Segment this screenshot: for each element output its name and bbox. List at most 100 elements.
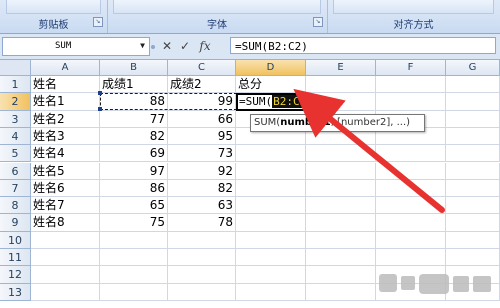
row-header-4[interactable]: 4 <box>0 127 31 146</box>
cell-a13[interactable] <box>31 283 100 301</box>
cell-d6[interactable] <box>236 162 306 180</box>
cell-e7[interactable] <box>306 179 376 198</box>
tooltip-function[interactable]: SUM( <box>254 117 280 128</box>
cell-c5[interactable]: 73 <box>168 145 236 163</box>
cell-e5[interactable] <box>306 145 376 163</box>
cell-b9[interactable]: 75 <box>100 214 168 232</box>
row-header-6[interactable]: 6 <box>0 162 31 180</box>
cell-d1[interactable]: 总分 <box>236 76 306 94</box>
cell-a9[interactable]: 姓名8 <box>31 214 100 232</box>
cell-g5[interactable] <box>446 145 500 163</box>
column-header-a[interactable]: A <box>31 60 100 76</box>
cell-a8[interactable]: 姓名7 <box>31 197 100 215</box>
column-header-f[interactable]: F <box>376 60 446 76</box>
cell-b12[interactable] <box>100 266 168 284</box>
cell-e13[interactable] <box>306 283 376 301</box>
cell-f7[interactable] <box>376 179 446 198</box>
cell-d11[interactable] <box>236 249 306 267</box>
row-header-5[interactable]: 5 <box>0 145 31 163</box>
column-header-c[interactable]: C <box>168 60 236 76</box>
row-header-2[interactable]: 2 <box>0 93 31 111</box>
cell-a4[interactable]: 姓名3 <box>31 127 100 146</box>
cell-a10[interactable] <box>31 231 100 249</box>
cell-d10[interactable] <box>236 231 306 249</box>
cell-d7[interactable] <box>236 179 306 198</box>
cell-c6[interactable]: 92 <box>168 162 236 180</box>
insert-function-icon[interactable]: fx <box>196 37 214 56</box>
cell-g8[interactable] <box>446 197 500 215</box>
cell-c4[interactable]: 95 <box>168 127 236 146</box>
cell-d5[interactable] <box>236 145 306 163</box>
cell-g3[interactable] <box>446 110 500 128</box>
cell-e1[interactable] <box>306 76 376 94</box>
cell-g9[interactable] <box>446 214 500 232</box>
cell-d12[interactable] <box>236 266 306 284</box>
cell-g6[interactable] <box>446 162 500 180</box>
cell-c9[interactable]: 78 <box>168 214 236 232</box>
cell-d8[interactable] <box>236 197 306 215</box>
cell-f5[interactable] <box>376 145 446 163</box>
cell-a12[interactable] <box>31 266 100 284</box>
cell-g2[interactable] <box>446 93 500 111</box>
cell-a1[interactable]: 姓名 <box>31 76 100 94</box>
cell-e12[interactable] <box>306 266 376 284</box>
cell-a5[interactable]: 姓名4 <box>31 145 100 163</box>
cell-b8[interactable]: 65 <box>100 197 168 215</box>
cell-f9[interactable] <box>376 214 446 232</box>
cell-e6[interactable] <box>306 162 376 180</box>
cell-e8[interactable] <box>306 197 376 215</box>
select-all-corner[interactable] <box>0 60 31 76</box>
row-header-3[interactable]: 3 <box>0 110 31 128</box>
cell-e10[interactable] <box>306 231 376 249</box>
range-handle[interactable] <box>98 91 102 95</box>
range-handle[interactable] <box>98 107 102 111</box>
column-header-e[interactable]: E <box>306 60 376 76</box>
font-buttons[interactable] <box>113 0 321 14</box>
cell-a7[interactable]: 姓名6 <box>31 179 100 198</box>
cell-b4[interactable]: 82 <box>100 127 168 146</box>
cell-c12[interactable] <box>168 266 236 284</box>
cell-b11[interactable] <box>100 249 168 267</box>
cell-c13[interactable] <box>168 283 236 301</box>
dialog-launcher-icon[interactable]: ↘ <box>313 17 323 27</box>
cell-c1[interactable]: 成绩2 <box>168 76 236 94</box>
cell-c3[interactable]: 66 <box>168 110 236 128</box>
cell-d13[interactable] <box>236 283 306 301</box>
row-header-8[interactable]: 8 <box>0 197 31 215</box>
cell-e9[interactable] <box>306 214 376 232</box>
cell-c7[interactable]: 82 <box>168 179 236 198</box>
cell-f10[interactable] <box>376 231 446 249</box>
clipboard-buttons[interactable] <box>6 0 101 14</box>
cell-g1[interactable] <box>446 76 500 94</box>
cell-b3[interactable]: 77 <box>100 110 168 128</box>
chevron-down-icon[interactable]: ▼ <box>140 41 145 50</box>
cell-b6[interactable]: 97 <box>100 162 168 180</box>
row-header-12[interactable]: 12 <box>0 266 31 284</box>
cell-f1[interactable] <box>376 76 446 94</box>
cell-b5[interactable]: 69 <box>100 145 168 163</box>
cell-c10[interactable] <box>168 231 236 249</box>
row-header-10[interactable]: 10 <box>0 231 31 249</box>
cell-b13[interactable] <box>100 283 168 301</box>
cell-d9[interactable] <box>236 214 306 232</box>
cell-c8[interactable]: 63 <box>168 197 236 215</box>
row-header-9[interactable]: 9 <box>0 214 31 232</box>
enter-check-icon[interactable]: ✓ <box>176 37 194 56</box>
cell-b2[interactable]: 88 <box>100 93 168 111</box>
cell-e2[interactable] <box>306 93 376 111</box>
active-cell-editor[interactable]: =SUM(B2:C2) <box>236 93 314 111</box>
cancel-icon[interactable]: ✕ <box>158 37 176 56</box>
row-header-13[interactable]: 13 <box>0 283 31 301</box>
cell-a2[interactable]: 姓名1 <box>31 93 100 111</box>
formula-input[interactable]: =SUM(B2:C2) <box>230 37 496 54</box>
name-box[interactable]: SUM ▼ <box>2 37 150 56</box>
cell-a6[interactable]: 姓名5 <box>31 162 100 180</box>
cell-g4[interactable] <box>446 127 500 146</box>
cell-b1[interactable]: 成绩1 <box>100 76 168 94</box>
cell-c2[interactable]: 99 <box>168 93 236 111</box>
cell-f8[interactable] <box>376 197 446 215</box>
cell-e11[interactable] <box>306 249 376 267</box>
cell-f2[interactable] <box>376 93 446 111</box>
alignment-buttons[interactable] <box>333 0 494 14</box>
dialog-launcher-icon[interactable]: ↘ <box>93 17 103 27</box>
